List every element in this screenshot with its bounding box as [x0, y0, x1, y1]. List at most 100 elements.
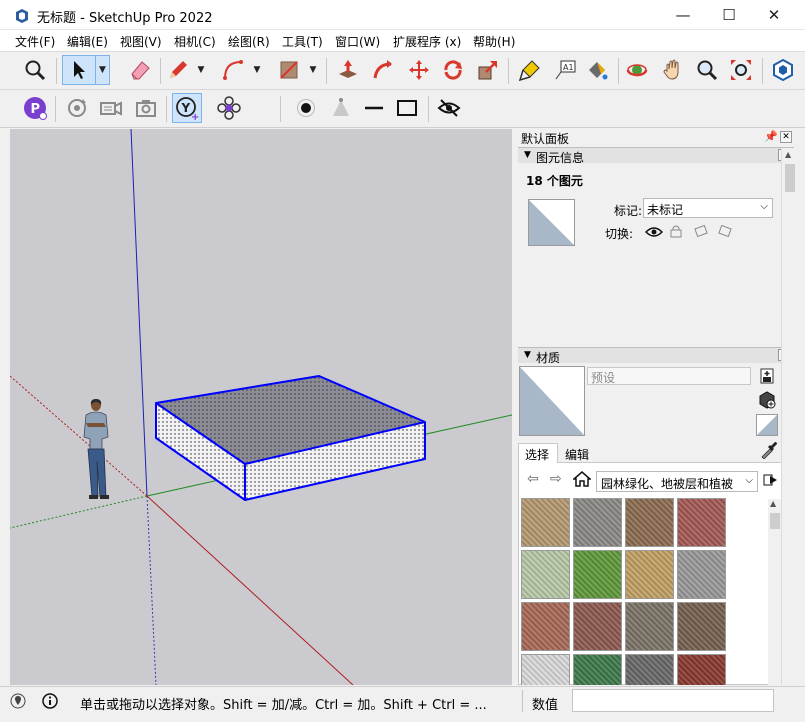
maximize-button[interactable]: ☐	[706, 0, 752, 30]
follow-me-icon[interactable]	[368, 55, 398, 85]
arc-dropdown-arrow[interactable]: ▼	[250, 55, 264, 85]
hide-icon[interactable]	[434, 93, 464, 123]
back-arrow-icon[interactable]: ⇦	[527, 471, 539, 487]
flower-icon[interactable]	[214, 93, 244, 123]
info-icon[interactable]	[42, 693, 58, 709]
material-swatch-sand[interactable]	[625, 550, 674, 599]
scale-icon[interactable]	[473, 55, 503, 85]
eyedropper-icon[interactable]	[760, 441, 778, 459]
material-swatch-grass[interactable]	[573, 550, 622, 599]
move-icon[interactable]	[404, 55, 434, 85]
red-axis-dotted	[10, 375, 148, 497]
zoom-extents-icon[interactable]	[726, 55, 756, 85]
visibility-eye-icon[interactable]	[645, 225, 663, 239]
scroll-up-arrow-icon[interactable]: ▲	[785, 150, 791, 159]
drawing-viewport[interactable]	[10, 129, 512, 685]
measurements-input[interactable]	[572, 689, 774, 712]
receive-shadows-icon[interactable]	[694, 224, 708, 238]
collapse-triangle-icon: ▼	[524, 350, 531, 360]
square-icon[interactable]	[392, 93, 422, 123]
tab-edit[interactable]: 编辑	[562, 445, 598, 463]
orbit-icon[interactable]	[622, 55, 652, 85]
menu-file[interactable]: 文件(F)	[15, 33, 55, 50]
scrollbar-thumb[interactable]	[785, 164, 795, 192]
create-material-icon[interactable]	[760, 368, 774, 384]
pin-icon[interactable]: 📌	[764, 130, 778, 143]
menu-view[interactable]: 视图(V)	[120, 33, 162, 50]
materials-scrollbar[interactable]: ▲	[768, 499, 782, 685]
minimize-button[interactable]: —	[660, 0, 706, 30]
tray-scrollbar[interactable]: ▲	[781, 148, 797, 685]
material-name-field[interactable]: 预设	[587, 367, 751, 385]
material-swatch-gravel-grey[interactable]	[573, 498, 622, 547]
home-icon[interactable]	[573, 471, 591, 487]
tray-close-icon[interactable]: ✕	[780, 131, 792, 143]
zoom-icon[interactable]	[692, 55, 722, 85]
scrollbar-thumb[interactable]	[770, 513, 780, 529]
material-swatch-red-brick-pavers[interactable]	[677, 498, 726, 547]
close-button[interactable]: ✕	[751, 0, 797, 30]
material-swatch-cobblestone-grey[interactable]	[625, 654, 674, 685]
entity-info-body: 18 个图元 标记: 未标记 ⌵ 切换:	[514, 164, 792, 374]
pan-icon[interactable]	[658, 55, 688, 85]
details-arrow-icon[interactable]	[763, 472, 779, 488]
entity-info-header[interactable]: ▼ 图元信息 ✕	[518, 147, 794, 165]
forward-arrow-icon[interactable]: ⇨	[550, 471, 562, 487]
point-icon[interactable]	[291, 93, 321, 123]
menu-camera[interactable]: 相机(C)	[174, 33, 216, 50]
menu-extensions[interactable]: 扩展程序 (x)	[393, 33, 461, 50]
eraser-icon[interactable]	[125, 55, 155, 85]
rotate-view-icon[interactable]	[62, 93, 92, 123]
extension-warehouse-icon[interactable]	[768, 55, 798, 85]
menu-edit[interactable]: 编辑(E)	[67, 33, 108, 50]
material-swatch-river-stones[interactable]	[625, 498, 674, 547]
y-axis-add-icon[interactable]: Y +	[172, 93, 202, 123]
profile-builder-icon[interactable]: P	[20, 93, 50, 123]
line-icon[interactable]	[359, 93, 389, 123]
select-dropdown-arrow[interactable]: ▼	[96, 55, 110, 85]
material-box-icon[interactable]	[758, 390, 776, 410]
material-swatch-stone-path-grass[interactable]	[521, 550, 570, 599]
material-swatch-mixed-pebbles[interactable]	[625, 602, 674, 651]
tab-select[interactable]: 选择	[518, 443, 558, 463]
screenshot-icon[interactable]	[131, 93, 161, 123]
material-swatch-wood-fence[interactable]	[677, 550, 726, 599]
camera-video-icon[interactable]	[96, 93, 126, 123]
default-material-icon[interactable]	[756, 414, 778, 436]
menu-help[interactable]: 帮助(H)	[473, 33, 515, 50]
paint-bucket-icon[interactable]	[582, 55, 612, 85]
pencil-line-icon[interactable]	[163, 55, 193, 85]
materials-header[interactable]: ▼ 材质 ✕	[518, 347, 794, 365]
zoom-window-icon[interactable]	[20, 55, 50, 85]
lock-icon[interactable]	[669, 224, 683, 238]
material-swatch-green-stones[interactable]	[573, 654, 622, 685]
menu-tools[interactable]: 工具(T)	[282, 33, 323, 50]
status-hint: 单击或拖动以选择对象。Shift = 加/减。Ctrl = 加。Shift + …	[80, 698, 487, 713]
shape-dropdown-arrow[interactable]: ▼	[306, 55, 320, 85]
entity-material-swatch[interactable]	[528, 199, 575, 246]
rotate-icon[interactable]	[438, 55, 468, 85]
material-swatch-red-gravel[interactable]	[573, 602, 622, 651]
material-swatch-red-tile[interactable]	[677, 654, 726, 685]
push-pull-icon[interactable]	[333, 55, 363, 85]
text-icon[interactable]: A1	[550, 55, 580, 85]
cast-shadows-icon[interactable]	[718, 224, 732, 238]
arc-icon[interactable]	[218, 55, 248, 85]
material-swatch-fence-boards[interactable]	[521, 654, 570, 685]
material-swatch-dark-gravel[interactable]	[677, 602, 726, 651]
menu-window[interactable]: 窗口(W)	[335, 33, 380, 50]
model-scene[interactable]	[10, 129, 512, 685]
tag-select[interactable]: 未标记 ⌵	[643, 198, 773, 218]
blue-axis-dotted	[146, 495, 157, 685]
tape-measure-icon[interactable]	[515, 55, 545, 85]
line-dropdown-arrow[interactable]: ▼	[194, 55, 208, 85]
material-swatch-red-stone[interactable]	[521, 602, 570, 651]
library-select[interactable]: 园林绿化、地被层和植被 ⌵	[596, 471, 758, 492]
material-swatch-gravel-tan[interactable]	[521, 498, 570, 547]
cone-icon[interactable]	[326, 93, 356, 123]
geolocation-icon[interactable]	[10, 693, 26, 709]
select-icon[interactable]	[62, 55, 96, 85]
scroll-up-arrow-icon[interactable]: ▲	[770, 499, 776, 508]
menu-draw[interactable]: 绘图(R)	[228, 33, 270, 50]
rectangle-icon[interactable]	[274, 55, 304, 85]
